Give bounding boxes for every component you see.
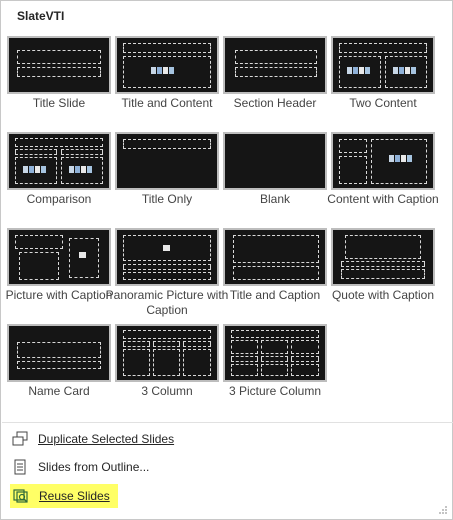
layout-thumbnail [7,324,111,382]
layout-thumbnail [223,36,327,94]
layout-thumbnail [7,36,111,94]
outline-document-icon [11,458,29,476]
layout-thumbnail [115,132,219,190]
resize-grip-icon[interactable] [438,505,448,515]
layout-thumbnail [115,228,219,286]
slides-from-outline-label: Slides from Outline... [38,460,150,474]
duplicate-slides-icon [11,430,29,448]
layout-thumbnail [223,228,327,286]
reuse-slides-label: Reuse Slides [39,489,110,503]
layout-label: Content with Caption [327,192,439,206]
layout-label: Two Content [349,96,417,110]
slides-from-outline-item[interactable]: Slides from Outline... [9,455,309,479]
layout-thumbnail [7,132,111,190]
layout-thumbnail [115,36,219,94]
layout-gallery-panel: SlateVTI Title Slide Title and Content S… [0,0,453,520]
duplicate-selected-slides-item[interactable]: Duplicate Selected Slides [9,427,309,451]
layout-thumbnail [223,324,327,382]
layout-thumbnail [7,228,111,286]
menu-divider [2,422,453,423]
layout-grid: Title Slide Title and Content Section He… [1,1,453,411]
layout-thumbnail [331,228,435,286]
layout-thumbnail [331,36,435,94]
layout-thumbnail [331,132,435,190]
content-icons [151,66,175,75]
layout-label: Quote with Caption [331,288,435,302]
layout-thumbnail [115,324,219,382]
duplicate-selected-slides-label: Duplicate Selected Slides [38,432,175,446]
reuse-slides-icon [12,487,30,505]
reuse-slides-item[interactable]: Reuse Slides [10,484,118,508]
layout-thumbnail [223,132,327,190]
layout-label: 3 Picture Column [228,384,322,398]
